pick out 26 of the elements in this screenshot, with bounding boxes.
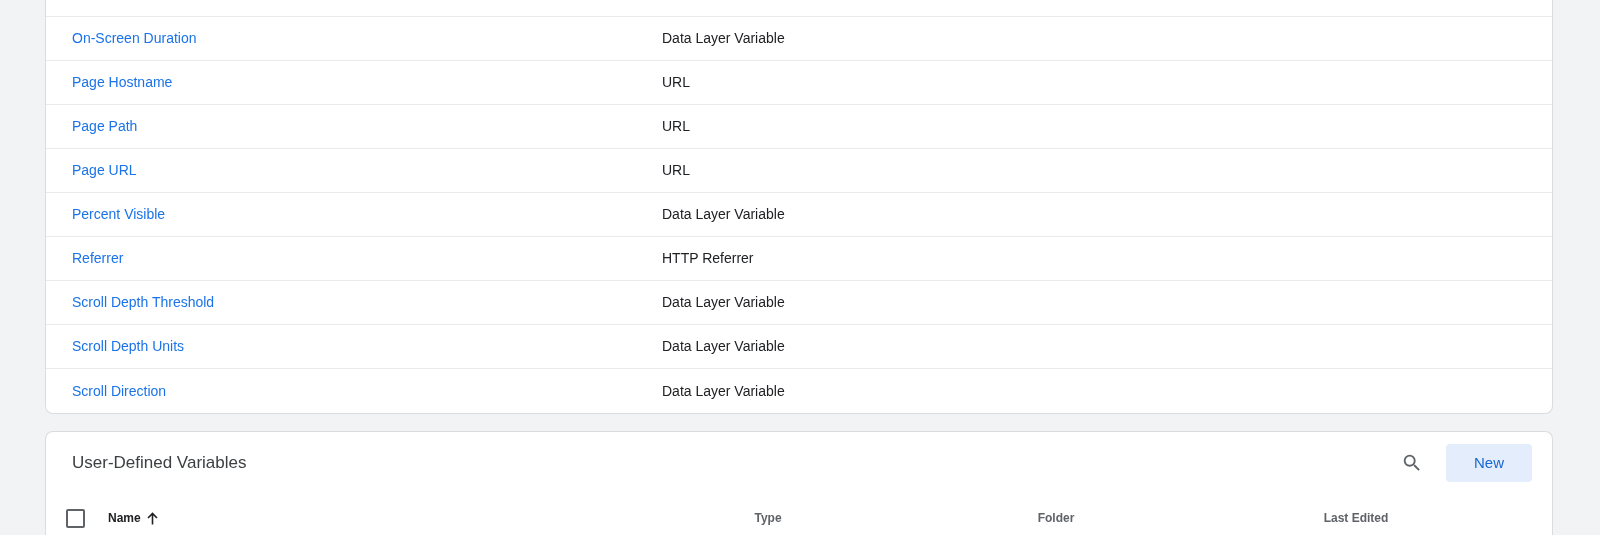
variable-link[interactable]: Percent Visible xyxy=(72,204,662,225)
column-header[interactable]: Last Edited xyxy=(1323,509,1389,527)
variable-link[interactable]: Referrer xyxy=(72,248,662,269)
variable-link[interactable]: Scroll Depth Units xyxy=(72,336,662,357)
column-header[interactable]: Name xyxy=(108,509,141,527)
variable-link[interactable]: Page Hostname xyxy=(72,72,662,93)
variable-link[interactable]: Scroll Direction xyxy=(72,380,662,402)
variable-type: Data Layer Variable xyxy=(662,29,785,48)
select-all-checkbox[interactable] xyxy=(66,508,85,528)
variable-link[interactable]: On-Screen Duration xyxy=(72,28,662,49)
variable-type: URL xyxy=(662,161,690,180)
new-button[interactable]: New xyxy=(1446,444,1532,482)
variable-type: URL xyxy=(662,117,690,136)
column-header[interactable]: Folder xyxy=(1037,509,1075,527)
variable-link[interactable]: Page Path xyxy=(72,116,662,137)
column-header[interactable]: Type xyxy=(754,509,782,527)
variable-link[interactable]: Page URL xyxy=(72,160,662,181)
search-icon xyxy=(1401,452,1423,474)
variable-type: Data Layer Variable xyxy=(662,337,785,356)
variable-type: HTTP Referrer xyxy=(662,249,754,268)
card-title: User-Defined Variables xyxy=(72,452,248,475)
variable-type: URL xyxy=(662,73,690,92)
variable-type: Data Layer Variable xyxy=(662,205,785,224)
variable-type: Data Layer Variable xyxy=(662,381,785,401)
variable-type: Data Layer Variable xyxy=(662,293,785,312)
variable-link[interactable]: Scroll Depth Threshold xyxy=(72,292,662,313)
